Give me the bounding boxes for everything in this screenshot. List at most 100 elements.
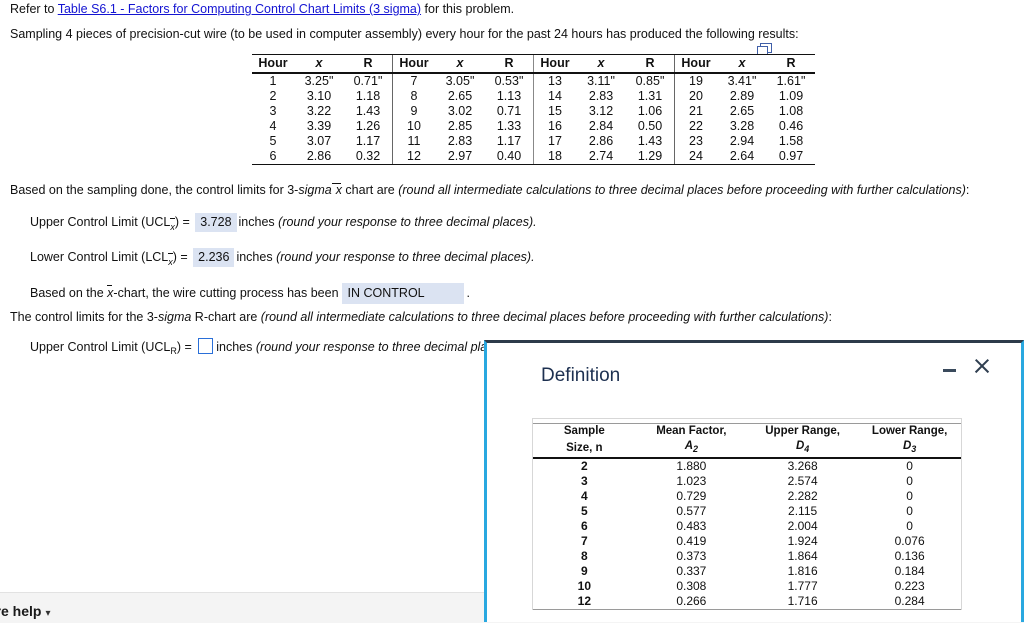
- cell-hour: 3: [252, 104, 294, 119]
- cell-r: 0.85": [626, 73, 675, 89]
- cell-n: 2: [533, 458, 636, 474]
- table-row: 9 0.337 1.816 0.184: [533, 564, 961, 579]
- col-hour-4: Hour: [675, 55, 718, 74]
- more-help-button[interactable]: ore help▾: [0, 603, 51, 619]
- factor-header-row-2: Size, n A2 D4 D3: [533, 439, 961, 458]
- table-row: 1 3.25" 0.71" 7 3.05" 0.53" 13 3.11" 0.8…: [252, 73, 815, 89]
- cell-d4: 2.282: [747, 489, 858, 504]
- cell-hour: 21: [675, 104, 718, 119]
- cell-n: 3: [533, 474, 636, 489]
- control-chart-factors-table-wrap: Sample Mean Factor, Upper Range, Lower R…: [532, 418, 962, 610]
- minimize-bar: [943, 369, 956, 372]
- cell-r: 1.29: [626, 149, 675, 165]
- ucl-xbar-line: Upper Control Limit (UCLx) = 3.728inches…: [30, 213, 537, 235]
- cell-a2: 0.483: [636, 519, 747, 534]
- cell-xbar: 2.65: [717, 104, 767, 119]
- table-row: 6 0.483 2.004 0: [533, 519, 961, 534]
- ucl-xbar-answer-field[interactable]: 3.728: [195, 213, 236, 232]
- cell-d4: 3.268: [747, 458, 858, 474]
- cell-hour: 16: [534, 119, 577, 134]
- cell-d4: 2.004: [747, 519, 858, 534]
- cell-xbar: 3.22: [294, 104, 344, 119]
- cell-r: 1.43: [344, 104, 393, 119]
- ucl-r-note: (round your response to three decimal pl…: [256, 340, 514, 354]
- table-row: 3 1.023 2.574 0: [533, 474, 961, 489]
- cell-n: 9: [533, 564, 636, 579]
- rchart-intro: The control limits for the 3-sigma R-cha…: [0, 310, 842, 325]
- fcol-sample-size-l2: Size, n: [533, 439, 636, 458]
- cell-r: 1.13: [485, 89, 534, 104]
- cell-d4: 1.777: [747, 579, 858, 594]
- cell-xbar: 2.83: [576, 89, 626, 104]
- sample-data-table: Hour x R Hour x R Hour x R Hour x R 1: [252, 54, 815, 165]
- xbar-symbol: x: [332, 183, 342, 198]
- col-r-2: R: [485, 55, 534, 74]
- minimize-icon[interactable]: [941, 360, 959, 378]
- cell-xbar: 3.28: [717, 119, 767, 134]
- table-row: 4 0.729 2.282 0: [533, 489, 961, 504]
- intro-line: Refer to Table S6.1 - Factors for Comput…: [0, 2, 524, 17]
- fcol-lower-range-l1: Lower Range,: [858, 424, 961, 440]
- fcol-mean-factor-l1: Mean Factor,: [636, 424, 747, 440]
- control-chart-factors-table: Sample Mean Factor, Upper Range, Lower R…: [533, 423, 961, 610]
- chevron-down-icon: ▾: [41, 608, 50, 619]
- cell-a2: 0.337: [636, 564, 747, 579]
- cell-r: 1.09: [767, 89, 815, 104]
- cell-hour: 24: [675, 149, 718, 165]
- ucl-xbar-note: (round your response to three decimal pl…: [278, 215, 536, 229]
- ucl-r-answer-input[interactable]: [198, 338, 213, 354]
- fcol-sample-size-l1: Sample: [533, 424, 636, 440]
- cell-xbar: 3.41": [717, 73, 767, 89]
- cell-hour: 5: [252, 134, 294, 149]
- cell-d4: 1.924: [747, 534, 858, 549]
- cell-hour: 17: [534, 134, 577, 149]
- process-status-dropdown[interactable]: IN CONTROL: [342, 283, 464, 304]
- cell-xbar: 3.25": [294, 73, 344, 89]
- cell-n: 5: [533, 504, 636, 519]
- a2-symbol: A: [685, 440, 693, 452]
- table-row: 4 3.39 1.26 10 2.85 1.33 16 2.84 0.50 22…: [252, 119, 815, 134]
- cell-r: 1.17: [344, 134, 393, 149]
- cell-n: 6: [533, 519, 636, 534]
- lcl-xbar-subscript: x: [168, 254, 173, 270]
- table-row: 7 0.419 1.924 0.076: [533, 534, 961, 549]
- status-prefix-a: Based on the: [30, 286, 107, 300]
- cell-xbar: 2.65: [435, 89, 485, 104]
- cell-xbar: 2.86: [294, 149, 344, 165]
- cell-r: 1.08: [767, 104, 815, 119]
- factor-header-row-1: Sample Mean Factor, Upper Range, Lower R…: [533, 424, 961, 440]
- cell-r: 0.50: [626, 119, 675, 134]
- cell-hour: 6: [252, 149, 294, 165]
- cell-d4: 2.115: [747, 504, 858, 519]
- more-help-label: ore help: [0, 603, 41, 619]
- rchart-intro-a: The control limits for the 3-: [10, 310, 158, 324]
- dialog-title: Definition: [541, 365, 620, 387]
- cell-a2: 1.880: [636, 458, 747, 474]
- table-row: 5 0.577 2.115 0: [533, 504, 961, 519]
- table-s61-link[interactable]: Table S6.1 - Factors for Computing Contr…: [58, 2, 421, 16]
- cell-r: 0.53": [485, 73, 534, 89]
- fcol-lower-range-l2: D3: [858, 439, 961, 458]
- fcol-upper-range-l2: D4: [747, 439, 858, 458]
- ucl-r-line: Upper Control Limit (UCLR) = inches (rou…: [30, 338, 514, 359]
- lcl-xbar-answer-field[interactable]: 2.236: [193, 248, 234, 267]
- close-icon[interactable]: [972, 356, 992, 376]
- cell-xbar: 2.83: [435, 134, 485, 149]
- cell-hour: 4: [252, 119, 294, 134]
- cell-d3: 0: [858, 474, 961, 489]
- factor-table-body: 2 1.880 3.268 0 3 1.023 2.574 0 4 0.729 …: [533, 458, 961, 610]
- cell-r: 0.40: [485, 149, 534, 165]
- hourly-results-table: Hour x R Hour x R Hour x R Hour x R 1: [252, 54, 815, 165]
- table-row: 5 3.07 1.17 11 2.83 1.17 17 2.86 1.43 23…: [252, 134, 815, 149]
- ucl-xbar-subscript: x: [170, 219, 175, 235]
- col-r-1: R: [344, 55, 393, 74]
- cell-xbar: 3.07: [294, 134, 344, 149]
- cell-r: 1.18: [344, 89, 393, 104]
- sampling-description: Sampling 4 pieces of precision-cut wire …: [0, 27, 809, 42]
- ucl-r-label-a: Upper Control Limit (UCL: [30, 340, 170, 354]
- cell-n: 7: [533, 534, 636, 549]
- cell-xbar: 3.10: [294, 89, 344, 104]
- col-xbar-3: x: [576, 55, 626, 74]
- cell-xbar: 3.05": [435, 73, 485, 89]
- cell-d3: 0.284: [858, 594, 961, 610]
